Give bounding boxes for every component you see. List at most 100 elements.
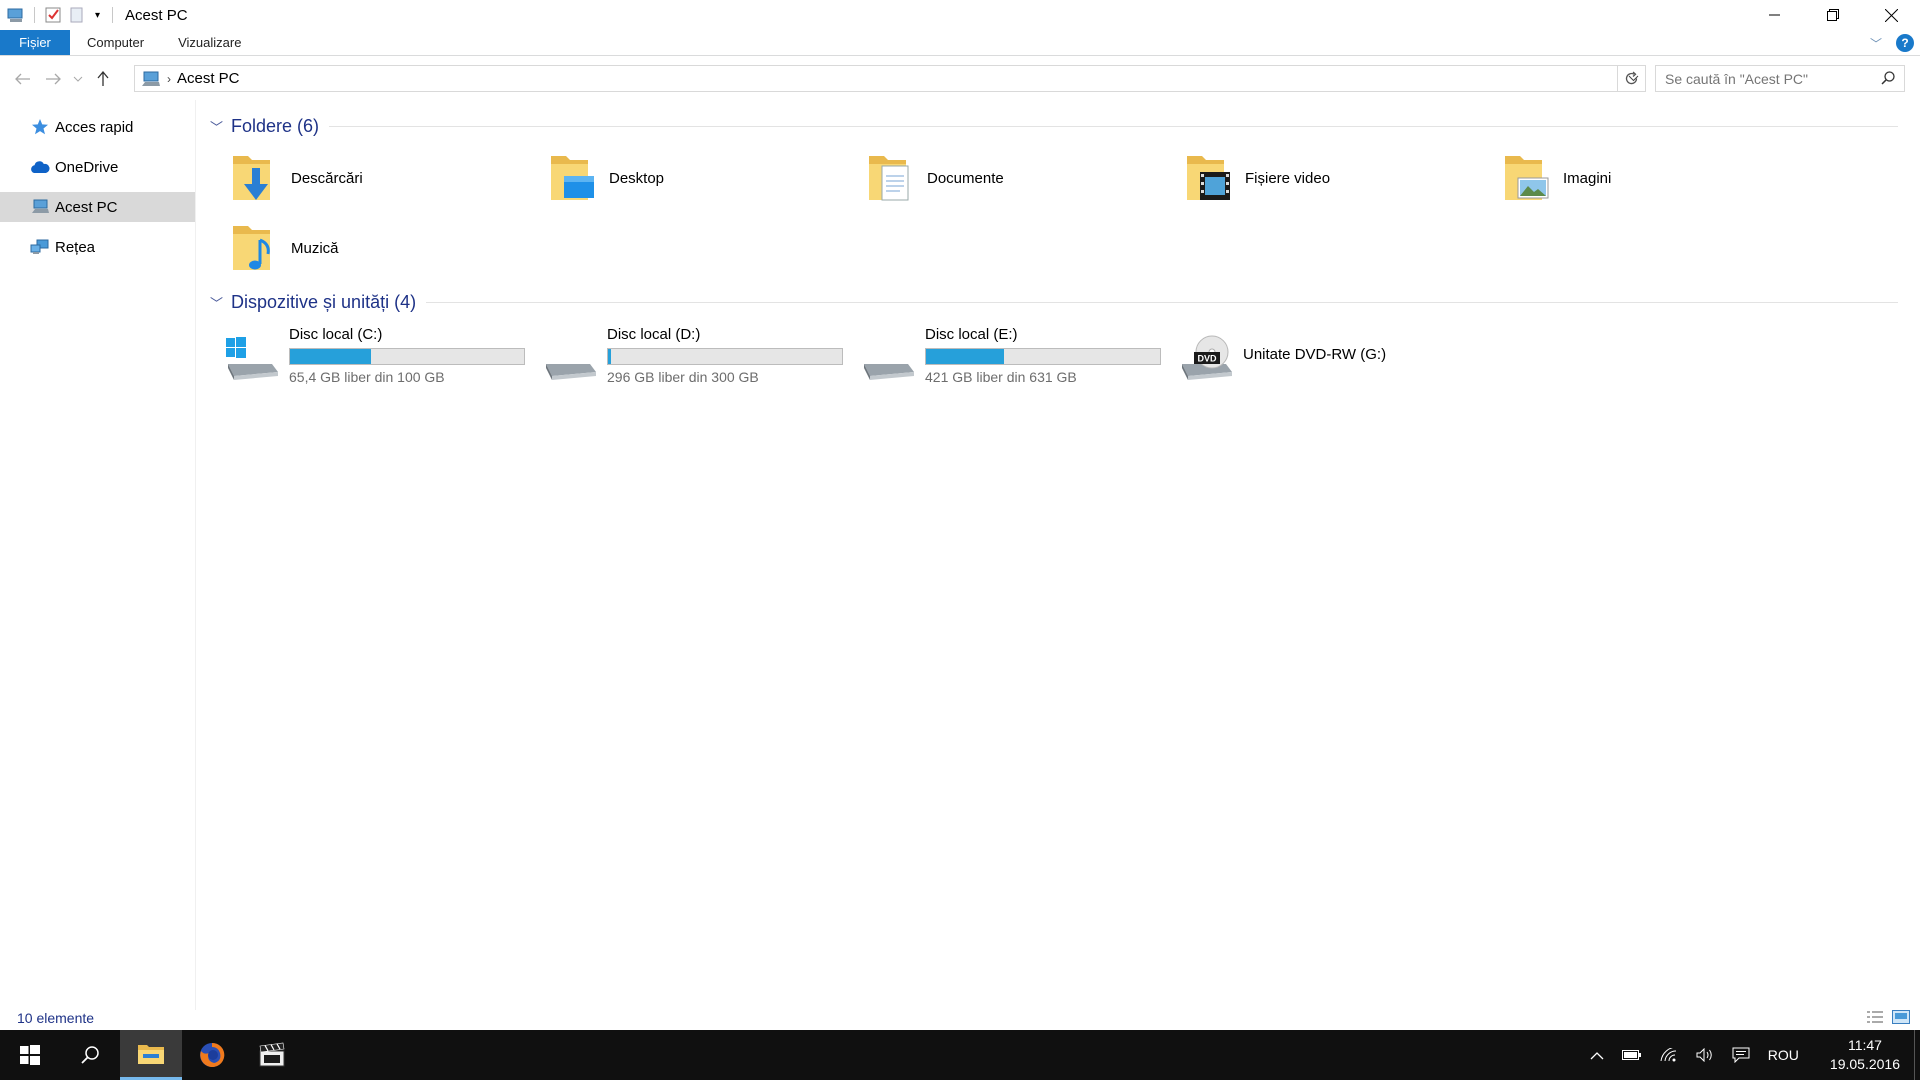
status-bar: 10 elemente (0, 1006, 1920, 1030)
file-explorer-taskbar-button[interactable] (120, 1030, 182, 1080)
desktop-folder-icon (551, 156, 594, 200)
minimize-icon (1769, 14, 1780, 16)
start-button[interactable] (0, 1030, 60, 1080)
search-icon (81, 1046, 99, 1064)
show-desktop-button[interactable] (1914, 1030, 1920, 1080)
quick-access-toolbar: ▾ (0, 0, 119, 30)
window-title: Acest PC (125, 6, 188, 24)
drive-name: Unitate DVD-RW (G:) (1243, 346, 1387, 363)
tab-computer[interactable]: Computer (70, 30, 161, 55)
drive-name: Disc local (E:) (925, 326, 1018, 343)
nav-item-label: Rețea (55, 238, 96, 256)
close-button[interactable] (1862, 0, 1920, 30)
wifi-icon[interactable] (1660, 1048, 1678, 1062)
recent-locations-button[interactable] (68, 64, 88, 94)
cloud-icon (30, 158, 50, 176)
tab-file[interactable]: Fișier (0, 30, 70, 55)
folder-item[interactable]: Imagini (1482, 148, 1800, 208)
chevron-down-icon (73, 76, 83, 82)
dvd-label: DVD (1197, 354, 1217, 364)
search-icon[interactable] (1880, 70, 1896, 86)
drive-usage-bar (925, 348, 1161, 365)
media-player-taskbar-button[interactable] (242, 1030, 302, 1080)
group-header-devices[interactable]: ﹀ Dispozitive și unități (4) (210, 290, 1910, 314)
back-arrow-icon (15, 73, 30, 85)
search-input[interactable] (1656, 70, 1866, 87)
nav-item-network[interactable]: Rețea (0, 232, 195, 262)
help-icon[interactable]: ? (1896, 34, 1914, 52)
address-bar[interactable]: › Acest PC (134, 65, 1646, 92)
drive-item[interactable]: Disc local (D:) 296 GB liber din 300 GB (518, 324, 843, 390)
folder-item[interactable]: Fișiere video (1164, 148, 1482, 208)
navigation-bar: › Acest PC (0, 62, 1920, 96)
music-folder-icon (233, 226, 270, 270)
nav-item-label: Acces rapid (55, 118, 134, 136)
drive-name: Disc local (D:) (607, 326, 701, 343)
computer-icon[interactable] (7, 6, 25, 24)
clock-time: 11:47 (1847, 1037, 1882, 1053)
tab-view[interactable]: Vizualizare (161, 30, 258, 55)
nav-item-label: OneDrive (55, 158, 119, 176)
minimize-button[interactable] (1746, 0, 1804, 30)
collapse-chevron-icon[interactable]: ﹀ (210, 293, 223, 312)
taskbar-clock[interactable]: 11:47 19.05.2016 (1830, 1036, 1900, 1074)
refresh-icon (1625, 71, 1638, 85)
folder-item[interactable]: Documente (846, 148, 1164, 208)
group-divider (426, 301, 1898, 303)
toolbar-separator (112, 7, 114, 23)
expand-ribbon-chevron-icon[interactable]: ﹀ (1870, 35, 1882, 52)
group-title: Foldere (6) (231, 115, 320, 136)
downloads-folder-icon (233, 156, 270, 200)
folder-item[interactable]: Muzică (210, 218, 528, 278)
ribbon-right-controls: ﹀ ? (1870, 30, 1914, 56)
back-button[interactable] (8, 64, 38, 94)
drive-item[interactable]: Disc local (C:) 65,4 GB liber din 100 GB (200, 324, 525, 390)
show-hidden-icons-chevron-icon[interactable] (1590, 1051, 1604, 1060)
drive-item[interactable]: Disc local (E:) 421 GB liber din 631 GB (836, 324, 1161, 390)
documents-folder-icon (869, 156, 909, 201)
search-box[interactable] (1655, 65, 1905, 92)
forward-button[interactable] (38, 64, 68, 94)
folder-label: Fișiere video (1245, 169, 1331, 187)
details-view-icon[interactable] (1866, 1010, 1884, 1024)
pictures-folder-icon (1505, 156, 1549, 200)
properties-icon[interactable] (44, 6, 62, 24)
new-folder-icon[interactable] (68, 6, 86, 24)
hard-drive-icon (864, 364, 914, 380)
firefox-icon (200, 1042, 225, 1067)
nav-item-onedrive[interactable]: OneDrive (0, 152, 195, 182)
breadcrumb-current[interactable]: Acest PC (177, 70, 240, 87)
battery-icon[interactable] (1621, 1049, 1642, 1061)
folder-item[interactable]: Desktop (528, 148, 846, 208)
taskbar: ROU 11:47 19.05.2016 (0, 1030, 1920, 1080)
ribbon-tabs: Fișier Computer Vizualizare ﹀ ? (0, 30, 1920, 56)
drive-free-space: 296 GB liber din 300 GB (607, 369, 759, 385)
search-taskbar-button[interactable] (60, 1030, 120, 1080)
network-icon (30, 238, 50, 256)
collapse-chevron-icon[interactable]: ﹀ (210, 117, 223, 136)
nav-item-quick-access[interactable]: Acces rapid (0, 112, 195, 142)
volume-icon[interactable] (1696, 1048, 1714, 1062)
drive-free-space: 421 GB liber din 631 GB (925, 369, 1077, 385)
up-arrow-icon (97, 71, 109, 86)
windows-drive-icon (226, 337, 278, 380)
folder-label: Muzică (291, 239, 339, 257)
file-explorer-icon (138, 1044, 164, 1064)
up-button[interactable] (88, 64, 118, 94)
firefox-taskbar-button[interactable] (182, 1030, 242, 1080)
refresh-button[interactable] (1617, 65, 1645, 92)
restore-button[interactable] (1804, 0, 1862, 30)
star-icon (30, 118, 50, 136)
group-header-folders[interactable]: ﹀ Foldere (6) (210, 114, 1910, 138)
nav-item-this-pc[interactable]: Acest PC (0, 192, 195, 222)
hard-drive-icon (546, 364, 596, 380)
action-center-icon[interactable] (1732, 1047, 1750, 1063)
input-language-indicator[interactable]: ROU (1768, 1047, 1799, 1063)
customize-toolbar-chevron-icon[interactable]: ▾ (95, 10, 100, 21)
folder-item[interactable]: Descărcări (210, 148, 528, 208)
clock-date: 19.05.2016 (1829, 1056, 1900, 1072)
windows-start-icon (20, 1045, 40, 1065)
large-icons-view-icon[interactable] (1892, 1010, 1910, 1024)
breadcrumb-chevron-icon[interactable]: › (167, 72, 171, 86)
drive-item[interactable]: DVD Unitate DVD-RW (G:) (1154, 324, 1472, 390)
